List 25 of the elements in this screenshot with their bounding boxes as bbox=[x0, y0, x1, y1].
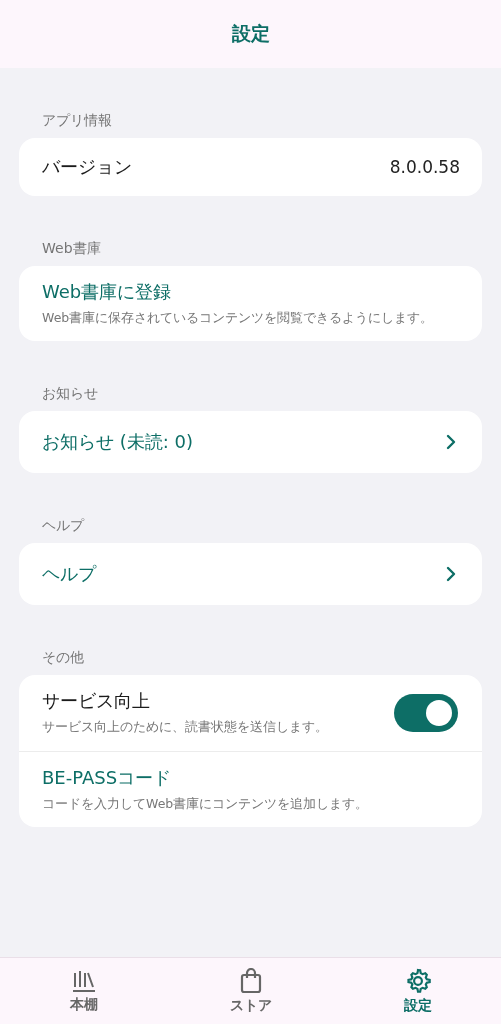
setting-title[interactable]: お知らせ (未読: 0) bbox=[42, 430, 436, 455]
section-label: アプリ情報 bbox=[41, 112, 113, 130]
setting-title[interactable]: サービス向上 bbox=[42, 689, 384, 714]
settings-icon bbox=[404, 967, 431, 994]
chevron-right-icon bbox=[446, 566, 456, 583]
screen-title: 設定 bbox=[231, 21, 270, 46]
setting-title: バージョン bbox=[42, 155, 133, 179]
section-label: その他 bbox=[41, 649, 85, 668]
setting-description: Web書庫に保存されているコンテンツを閲覧できるようにします。 bbox=[42, 309, 435, 327]
bookshelf-icon bbox=[70, 968, 97, 993]
section-label: ヘルプ bbox=[41, 517, 86, 536]
setting-title[interactable]: ヘルプ bbox=[42, 562, 436, 587]
shopping-bag-icon bbox=[238, 967, 263, 994]
chevron-right-icon bbox=[446, 434, 456, 451]
setting-title[interactable]: Web書庫に登録 bbox=[42, 280, 460, 304]
nav-tab[interactable]: 設定 bbox=[334, 958, 501, 1024]
setting-description: サービス向上のために、読書状態を送信します。 bbox=[42, 718, 329, 737]
section-label: Web書庫 bbox=[41, 240, 102, 258]
setting-title[interactable]: BE-PASSコード bbox=[42, 765, 460, 790]
nav-tab[interactable]: 本棚 bbox=[0, 958, 167, 1024]
toggle-switch[interactable] bbox=[394, 694, 458, 733]
nav-tab[interactable]: ストア bbox=[167, 958, 334, 1024]
version-value: 8.0.0.58 bbox=[389, 157, 460, 177]
section-label: お知らせ bbox=[41, 385, 99, 404]
setting-description: コードを入力してWeb書庫にコンテンツを追加します。 bbox=[42, 794, 370, 813]
